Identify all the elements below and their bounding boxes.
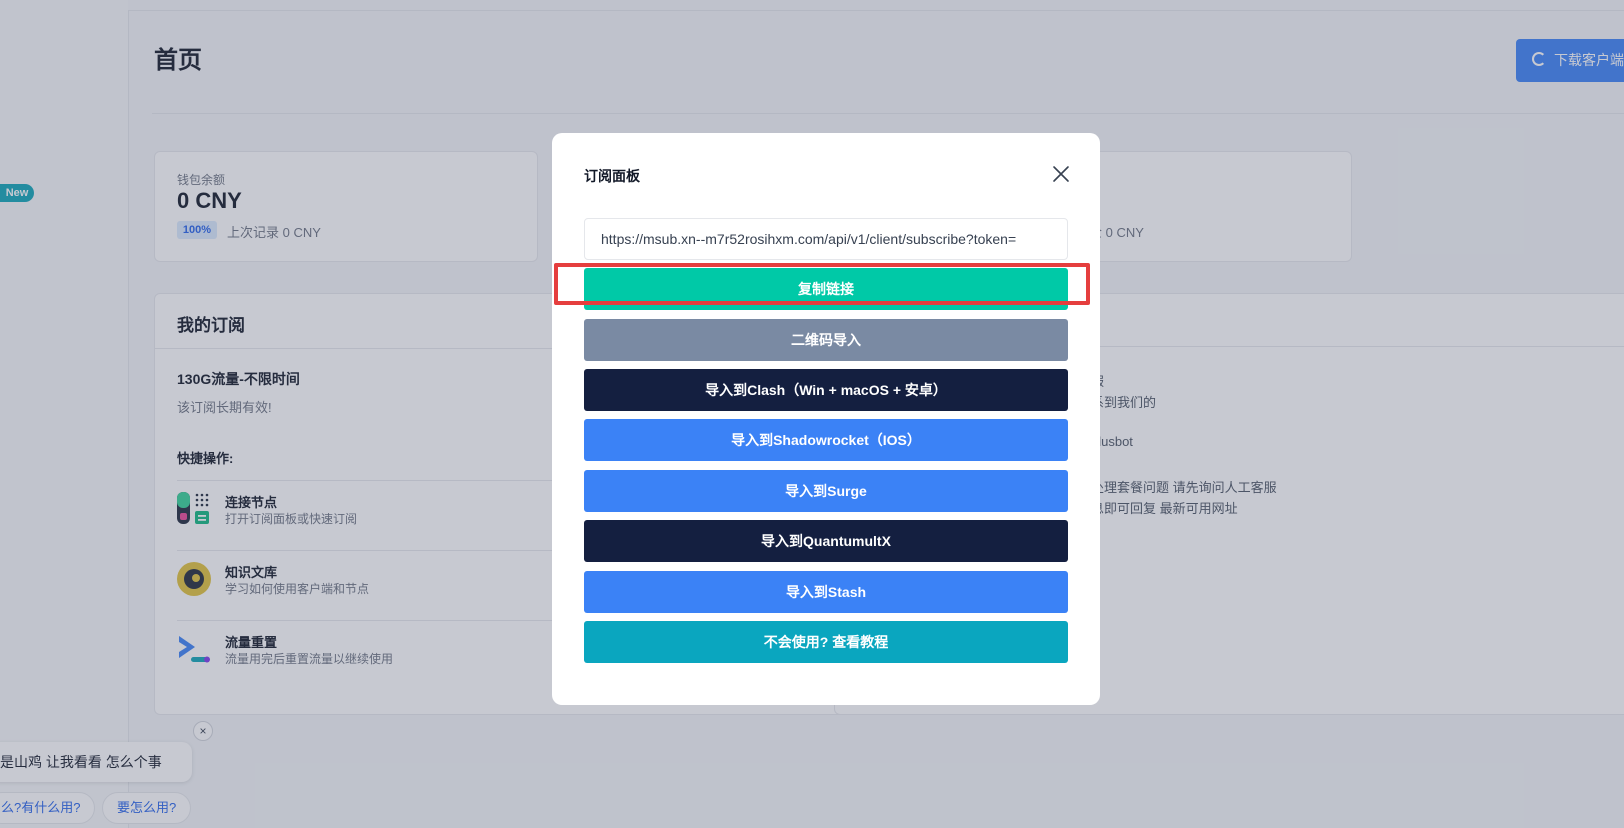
- import-stash-button[interactable]: 导入到Stash: [584, 571, 1068, 613]
- subscription-panel-modal: 订阅面板 https://msub.xn--m7r52rosihxm.com/a…: [552, 133, 1100, 705]
- highlight-box: [554, 263, 1090, 305]
- close-icon[interactable]: [1050, 163, 1072, 185]
- qr-import-button[interactable]: 二维码导入: [584, 319, 1068, 361]
- import-shadowrocket-button[interactable]: 导入到Shadowrocket（IOS）: [584, 419, 1068, 461]
- import-surge-button[interactable]: 导入到Surge: [584, 470, 1068, 512]
- tutorial-button[interactable]: 不会使用? 查看教程: [584, 621, 1068, 663]
- import-clash-button[interactable]: 导入到Clash（Win + macOS + 安卓）: [584, 369, 1068, 411]
- subscription-url-field[interactable]: https://msub.xn--m7r52rosihxm.com/api/v1…: [584, 218, 1068, 260]
- import-quantumultx-button[interactable]: 导入到QuantumultX: [584, 520, 1068, 562]
- modal-title: 订阅面板: [584, 168, 640, 184]
